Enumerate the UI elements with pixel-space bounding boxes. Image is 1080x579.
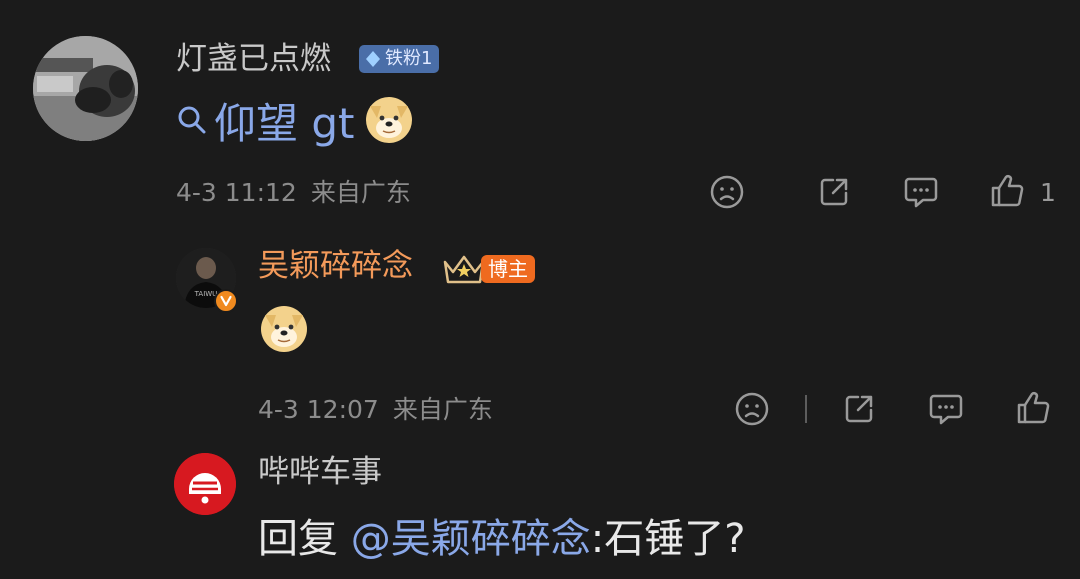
search-link[interactable]: 仰望 gt [176,95,354,148]
like-count: 1 [1040,178,1056,207]
location-text: 来自广东 [310,178,411,207]
doge-emoji [365,96,413,148]
thumbs-up-icon[interactable] [988,172,1026,210]
reply-user-avatar[interactable] [174,453,236,515]
comment-icon[interactable] [927,391,965,427]
sad-face-icon[interactable] [709,174,745,210]
search-icon [176,104,208,136]
share-icon[interactable] [816,174,852,210]
doge-emoji [260,305,308,357]
reply-timestamp-text: 4-3 12:07 [258,395,379,424]
search-text: 仰望 gt [214,98,355,148]
reply-timestamp: 4-3 12:07 来自广东 [258,397,493,422]
verified-icon [214,289,238,317]
fan-badge: 铁粉1 [359,45,440,73]
comment-icon[interactable] [902,174,940,210]
share-icon[interactable] [841,391,877,427]
timestamp-text: 4-3 11:12 [176,178,297,207]
divider [805,395,807,423]
mention-link[interactable]: @吴颖碎碎念 [351,516,591,562]
user-avatar[interactable] [33,36,138,141]
reply-username[interactable]: 哔哔车事 [258,457,382,488]
reply-text: :石锤了? [590,516,746,562]
host-badge: 博主 [481,255,535,283]
timestamp: 4-3 11:12 来自广东 [176,180,411,205]
fan-badge-label: 铁粉1 [385,48,433,69]
thumbs-up-icon[interactable] [1014,389,1052,427]
diamond-icon [365,50,381,68]
blogger-username[interactable]: 吴颖碎碎念 [258,251,413,282]
username[interactable]: 灯盏已点燃 [176,44,331,75]
reply-location-text: 来自广东 [392,395,493,424]
sad-face-icon[interactable] [734,391,770,427]
reply-prefix: 回复 [258,516,338,562]
reply-content: 回复 @吴颖碎碎念:石锤了? [258,515,745,563]
